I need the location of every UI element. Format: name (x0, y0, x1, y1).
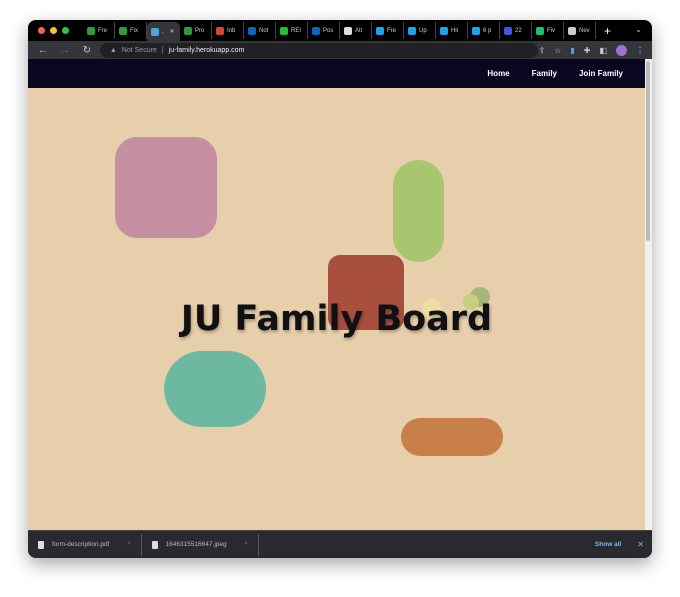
favicon-icon (119, 26, 127, 35)
extension-icon[interactable]: ▮ (570, 46, 574, 55)
url-text: ju-family.herokuapp.com (168, 46, 245, 54)
nav-family[interactable]: Family (532, 69, 557, 78)
tab-label: 22 (515, 27, 522, 34)
favicon-icon (151, 27, 159, 36)
tab[interactable]: Atl (340, 22, 372, 39)
tab[interactable]: Nev (564, 22, 596, 39)
show-all-button[interactable]: Show all (595, 541, 621, 548)
tab[interactable]: Hir (436, 22, 468, 39)
tab-label: Pro (195, 27, 205, 34)
favicon-icon (184, 26, 192, 35)
nav-home[interactable]: Home (487, 69, 509, 78)
download-item[interactable]: 1646315516647.jpeg ^ (142, 533, 259, 556)
download-filename: form-description.pdf (52, 541, 110, 548)
favicon-icon (408, 26, 416, 35)
close-window-button[interactable] (38, 27, 45, 34)
forward-icon[interactable]: → (58, 45, 72, 56)
tab-label: Fre (387, 27, 396, 34)
tab-label: Hir (451, 27, 459, 34)
tab[interactable]: Inb (212, 22, 244, 39)
back-icon[interactable]: ← (36, 45, 50, 56)
webpage: Home Family Join Family JU Family Board (28, 59, 645, 530)
file-icon (151, 540, 158, 549)
favicon-icon (472, 26, 480, 35)
tab-label: Nev (579, 27, 590, 34)
teal-blob-shape (164, 351, 266, 427)
tab[interactable]: Fre (83, 22, 115, 39)
tab[interactable]: Fiv (532, 22, 564, 39)
tab[interactable]: . ✕ (147, 22, 180, 41)
address-bar: ← → ↻ ▲ Not Secure | ju-family.herokuapp… (28, 41, 652, 59)
favicon-icon (87, 26, 95, 35)
tab[interactable]: Pro (180, 22, 212, 39)
minimize-window-button[interactable] (50, 27, 57, 34)
tab[interactable]: Fix (115, 22, 147, 39)
favicon-icon (376, 26, 384, 35)
new-tab-button[interactable]: + (604, 24, 611, 38)
orange-pill-shape (401, 418, 503, 456)
side-panel-icon[interactable]: ◧ (599, 46, 607, 55)
download-bar: form-description.pdf ^ 1646315516647.jpe… (28, 530, 652, 558)
tab-label: 6 p (483, 27, 492, 34)
scrollbar-thumb[interactable] (646, 61, 650, 241)
green-pill-shape (393, 160, 444, 262)
favicon-icon (504, 26, 512, 35)
file-icon (38, 540, 44, 549)
warning-icon: ▲ (109, 46, 117, 54)
page-title: JU Family Board (180, 299, 493, 339)
tab-label: Pos (323, 27, 334, 34)
share-icon[interactable]: ⇪ (538, 46, 545, 55)
security-label[interactable]: Not Secure (122, 47, 157, 54)
favicon-icon (248, 26, 256, 35)
favicon-icon (312, 26, 320, 35)
favicon-icon (344, 26, 352, 35)
tab[interactable]: Up (404, 22, 436, 39)
window-controls (38, 27, 69, 34)
tab[interactable]: Pos (308, 22, 340, 39)
bookmark-star-icon[interactable]: ☆ (554, 46, 561, 55)
tab-label: Up (419, 27, 427, 34)
tab-label: Fix (130, 27, 138, 34)
tab[interactable]: 6 p (468, 22, 500, 39)
menu-icon[interactable]: ⋮ (636, 46, 644, 55)
avatar[interactable] (616, 44, 627, 56)
tab-bar: Fre Fix. ✕ Pro Inb Not REI Pos Atl Fre Up Hir 6 p 22 F… (28, 20, 652, 41)
favicon-icon (440, 26, 448, 35)
tab[interactable]: 22 (500, 22, 532, 39)
download-item[interactable]: form-description.pdf ^ (28, 533, 142, 556)
tab[interactable]: REI (276, 22, 308, 39)
zoom-window-button[interactable] (62, 27, 69, 34)
close-tab-icon[interactable]: ✕ (170, 28, 175, 35)
url-input[interactable]: ▲ Not Secure | ju-family.herokuapp.com (99, 42, 539, 58)
puzzle-icon[interactable]: ✚ (584, 46, 591, 55)
tab[interactable]: Not (244, 22, 276, 39)
tab-search-icon[interactable]: ⌄ (635, 25, 642, 34)
tab-label: Fre (98, 27, 107, 34)
tab-label: Not (259, 27, 269, 34)
chevron-up-icon[interactable]: ^ (127, 541, 130, 548)
tab[interactable]: Fre (372, 22, 404, 39)
tab-label: Fiv (547, 27, 555, 34)
close-icon[interactable]: ✕ (637, 540, 644, 549)
pink-square-shape (115, 137, 217, 238)
reload-icon[interactable]: ↻ (80, 45, 94, 56)
tab-label: REI (291, 27, 302, 34)
chevron-up-icon[interactable]: ^ (245, 541, 248, 548)
favicon-icon (280, 26, 288, 35)
nav-join-family[interactable]: Join Family (579, 69, 623, 78)
download-filename: 1646315516647.jpeg (165, 541, 227, 548)
tab-label: Inb (227, 27, 236, 34)
scrollbar[interactable] (645, 59, 652, 530)
site-nav: Home Family Join Family (28, 59, 645, 88)
favicon-icon (216, 26, 224, 35)
favicon-icon (568, 26, 576, 35)
browser-window: Fre Fix. ✕ Pro Inb Not REI Pos Atl Fre Up Hir 6 p 22 F… (28, 20, 652, 558)
tab-label: Atl (355, 27, 363, 34)
tab-label: . (162, 28, 164, 35)
favicon-icon (536, 26, 544, 35)
